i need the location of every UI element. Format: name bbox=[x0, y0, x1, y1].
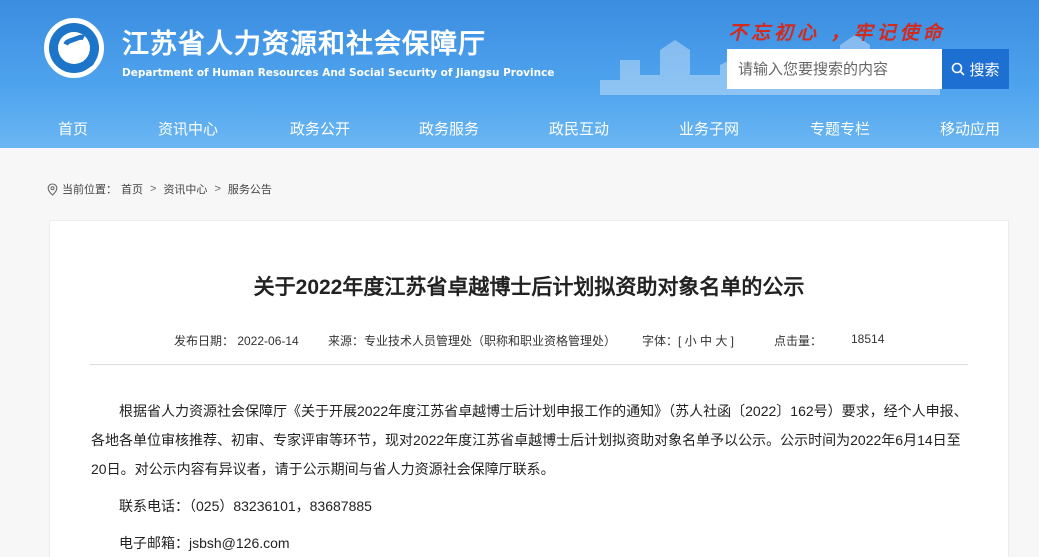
search-icon bbox=[952, 62, 966, 76]
search-input[interactable] bbox=[727, 49, 942, 89]
site-title: 江苏省人力资源和社会保障厅 bbox=[122, 29, 486, 60]
main-nav: 首页 资讯中心 政务公开 政务服务 政民互动 业务子网 专题专栏 移动应用 bbox=[0, 108, 1039, 148]
article-body: 根据省人力资源社会保障厅《关于开展2022年度江苏省卓越博士后计划申报工作的通知… bbox=[91, 397, 971, 557]
location-icon bbox=[47, 182, 58, 196]
nav-item-interaction[interactable]: 政民互动 bbox=[549, 118, 609, 139]
search-button[interactable]: 搜索 bbox=[942, 49, 1009, 89]
site-header: 江苏省人力资源和社会保障厅 Department of Human Resour… bbox=[0, 0, 1039, 148]
hits-label: 点击量： bbox=[774, 334, 823, 348]
article-title: 关于2022年度江苏省卓越博士后计划拟资助对象名单的公示 bbox=[253, 276, 805, 299]
breadcrumb-prefix: 当前位置： bbox=[62, 184, 117, 196]
nav-item-topics[interactable]: 专题专栏 bbox=[810, 118, 870, 139]
breadcrumb-news[interactable]: 资讯中心 bbox=[163, 181, 207, 197]
article-source: 来源：专业技术人员管理处（职称和职业资格管理处） bbox=[328, 334, 617, 348]
site-subtitle: Department of Human Resources And Social… bbox=[122, 67, 555, 79]
search-button-label: 搜索 bbox=[969, 61, 1000, 79]
logo[interactable] bbox=[44, 18, 104, 78]
breadcrumb-home[interactable]: 首页 bbox=[121, 181, 143, 197]
divider bbox=[90, 364, 968, 365]
nav-item-home[interactable]: 首页 bbox=[58, 118, 88, 139]
article-card: 关于2022年度江苏省卓越博士后计划拟资助对象名单的公示 发布日期： 2022-… bbox=[49, 220, 1009, 557]
slogan: 不忘初心 ，牢记使命 bbox=[728, 22, 946, 44]
contact-phone: 联系电话：（025）83236101，83687885 bbox=[119, 498, 372, 514]
nav-item-gov-open[interactable]: 政务公开 bbox=[290, 118, 350, 139]
nav-item-subnet[interactable]: 业务子网 bbox=[679, 118, 739, 139]
contact-email: 电子邮箱：jsbsh@126.com bbox=[119, 535, 290, 551]
breadcrumb: 当前位置： 首页 > 资讯中心 > 服务公告 bbox=[47, 181, 272, 197]
nav-item-news[interactable]: 资讯中心 bbox=[158, 118, 218, 139]
breadcrumb-separator: > bbox=[214, 183, 221, 195]
breadcrumb-service-notice[interactable]: 服务公告 bbox=[228, 181, 272, 197]
publish-date: 发布日期： 2022-06-14 bbox=[174, 334, 299, 348]
hits-value: 18514 bbox=[851, 332, 885, 346]
breadcrumb-separator: > bbox=[150, 183, 157, 195]
nav-item-gov-service[interactable]: 政务服务 bbox=[419, 118, 479, 139]
article-paragraph: 根据省人力资源社会保障厅《关于开展2022年度江苏省卓越博士后计划申报工作的通知… bbox=[91, 403, 968, 477]
nav-item-mobile[interactable]: 移动应用 bbox=[940, 118, 1000, 139]
font-size-selector[interactable]: 字体：[ 小 中 大 ] bbox=[642, 332, 734, 349]
